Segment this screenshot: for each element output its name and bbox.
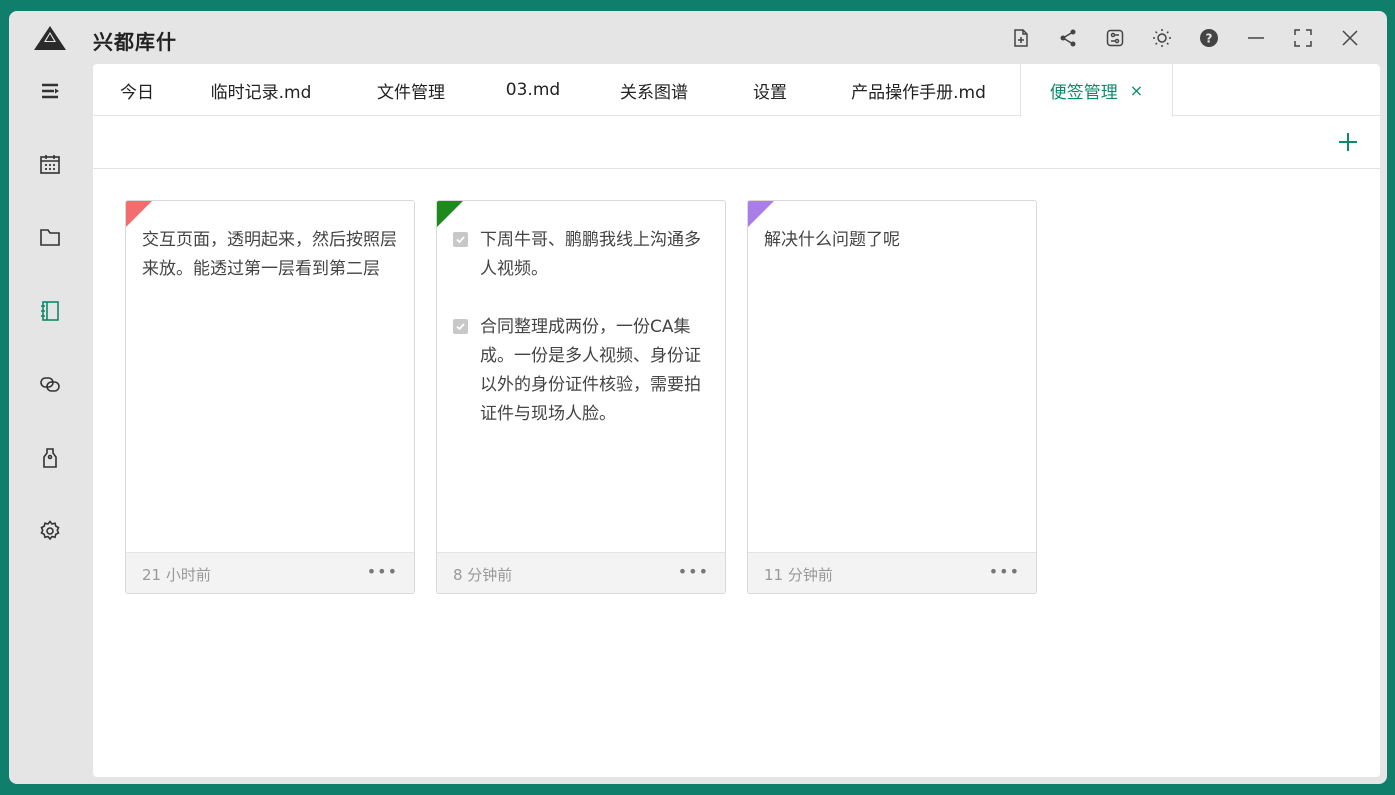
note-footer: 8 分钟前 ••• [437, 552, 725, 593]
note-color-corner [126, 201, 152, 227]
tab-03-md[interactable]: 03.md [481, 64, 585, 116]
gear-icon[interactable] [38, 519, 62, 543]
calendar-icon[interactable] [38, 152, 62, 176]
tab-label: 产品操作手册.md [851, 82, 986, 103]
note-color-corner [437, 201, 463, 227]
tab-label: 今日 [120, 82, 154, 103]
todo-text[interactable]: 合同整理成两份，一份CA集成。一份是多人视频、身份证以外的身份证件核验，需要拍证… [480, 313, 709, 429]
note-text[interactable]: 解决什么问题了呢 [764, 226, 1020, 255]
new-file-icon[interactable] [997, 23, 1044, 53]
svg-text:?: ? [1205, 32, 1212, 46]
app-window: 兴都库什 ? 今日 临时记录.md 文件管理 03.md 关系图谱 设置 产品操… [9, 11, 1387, 784]
tab-label: 临时记录.md [210, 82, 312, 103]
todo-item: 合同整理成两份，一份CA集成。一份是多人视频、身份证以外的身份证件核验，需要拍证… [453, 313, 709, 429]
note-card[interactable]: 解决什么问题了呢 11 分钟前 ••• [747, 200, 1037, 594]
tab-label: 设置 [753, 82, 787, 103]
note-color-corner [748, 201, 774, 227]
tab-label: 文件管理 [377, 82, 445, 103]
more-options-icon[interactable]: ••• [367, 562, 398, 581]
todo-item: 下周牛哥、鹏鹏我线上沟通多人视频。 [453, 226, 709, 284]
checkbox[interactable] [453, 319, 468, 334]
app-title: 兴都库什 [93, 30, 177, 54]
tab-settings[interactable]: 设置 [723, 64, 817, 116]
checkbox[interactable] [453, 232, 468, 247]
menu-icon[interactable] [38, 79, 62, 103]
settings-panel-icon[interactable] [1091, 23, 1138, 53]
tag-icon[interactable] [38, 446, 62, 470]
folder-icon[interactable] [38, 225, 62, 249]
tab-label: 便签管理 [1049, 83, 1118, 103]
note-footer: 21 小时前 ••• [126, 552, 414, 593]
help-icon[interactable]: ? [1185, 23, 1232, 53]
plus-icon[interactable] [1336, 130, 1360, 154]
note-timestamp: 21 小时前 [142, 566, 211, 584]
notes-toolbar [93, 116, 1380, 169]
todo-text[interactable]: 下周牛哥、鹏鹏我线上沟通多人视频。 [480, 226, 709, 284]
title-bar: 兴都库什 ? [9, 11, 1387, 65]
share-icon[interactable] [1044, 23, 1091, 53]
tab-bar: 今日 临时记录.md 文件管理 03.md 关系图谱 设置 产品操作手册.md … [93, 64, 1380, 117]
note-card[interactable]: 下周牛哥、鹏鹏我线上沟通多人视频。 合同整理成两份，一份CA集成。一份是多人视频… [436, 200, 726, 594]
note-timestamp: 11 分钟前 [764, 566, 833, 584]
minimize-icon[interactable] [1232, 23, 1279, 53]
tab-sticky-notes[interactable]: 便签管理 × [1020, 64, 1173, 117]
close-icon[interactable] [1326, 23, 1373, 53]
sidebar [9, 65, 93, 784]
tab-file-manager[interactable]: 文件管理 [341, 64, 481, 116]
link-icon[interactable] [38, 372, 62, 396]
theme-sun-icon[interactable] [1138, 23, 1185, 53]
note-card[interactable]: 交互页面，透明起来，然后按照层来放。能透过第一层看到第二层 21 小时前 ••• [125, 200, 415, 594]
tab-product-manual[interactable]: 产品操作手册.md [817, 64, 1020, 116]
note-footer: 11 分钟前 ••• [748, 552, 1036, 593]
tab-temp-notes[interactable]: 临时记录.md [181, 64, 341, 116]
titlebar-actions: ? [997, 23, 1373, 53]
more-options-icon[interactable]: ••• [678, 562, 709, 581]
tab-label: 03.md [505, 80, 561, 100]
app-logo-icon [34, 26, 66, 50]
note-timestamp: 8 分钟前 [453, 566, 513, 584]
fullscreen-icon[interactable] [1279, 23, 1326, 53]
tab-today[interactable]: 今日 [93, 64, 181, 116]
tab-close-icon[interactable]: × [1130, 81, 1143, 100]
tab-relation-graph[interactable]: 关系图谱 [585, 64, 723, 116]
note-text[interactable]: 交互页面，透明起来，然后按照层来放。能透过第一层看到第二层 [142, 226, 398, 284]
notebook-icon[interactable] [38, 299, 62, 323]
note-todo-list: 下周牛哥、鹏鹏我线上沟通多人视频。 合同整理成两份，一份CA集成。一份是多人视频… [453, 226, 709, 429]
tab-label: 关系图谱 [620, 82, 688, 103]
more-options-icon[interactable]: ••• [989, 562, 1020, 581]
main-panel: 今日 临时记录.md 文件管理 03.md 关系图谱 设置 产品操作手册.md … [93, 64, 1380, 777]
